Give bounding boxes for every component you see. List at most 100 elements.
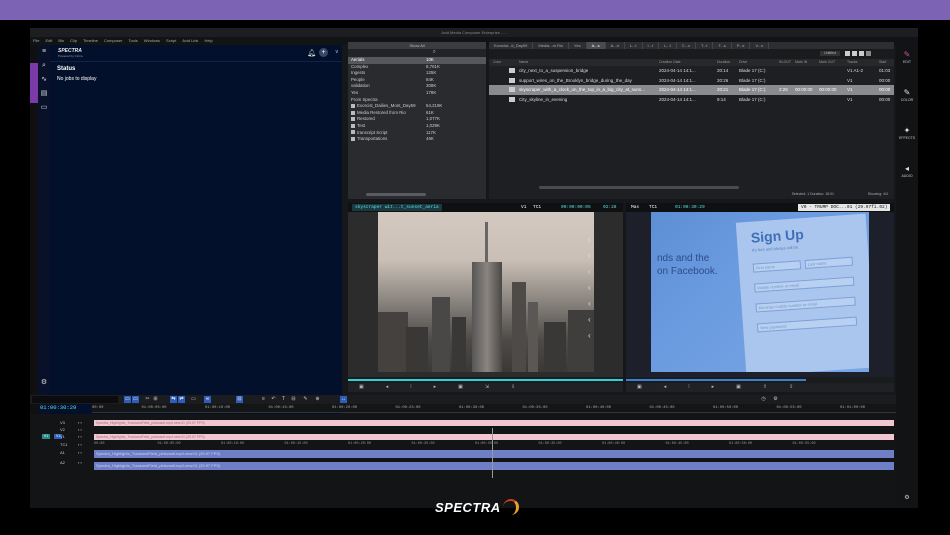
menu-item[interactable]: File [33, 38, 39, 43]
track-header-a1[interactable]: A1 ▪ ▪ [30, 449, 92, 456]
bin-tab[interactable]: Yes [569, 42, 587, 49]
bin-list-item[interactable]: Restored 1,077K [348, 116, 486, 123]
track-header-tc1[interactable]: TC1 ▪ ▪ [30, 441, 92, 448]
clock-icon[interactable]: ◷ [760, 396, 767, 403]
source-monitor[interactable]: ‹ ‹ ‹ ‹ ‹ ‹ ‹ [348, 212, 623, 377]
grid-view-icon[interactable] [845, 51, 850, 56]
column-header[interactable]: Mark OUT [819, 60, 835, 64]
text-icon[interactable]: T [280, 396, 287, 403]
track-header-v1[interactable]: V1 V1 V1 ▪ ▪ [30, 433, 92, 440]
chevron-left-icon[interactable]: ‹ ‹ ‹ ‹ ‹ ‹ ‹ [588, 232, 596, 344]
lock-icon[interactable]: ▪ ▪ [78, 441, 82, 448]
fit-icon[interactable]: ≡ [260, 396, 267, 403]
bin-list-item[interactable]: People 84K [348, 77, 486, 84]
folder-icon[interactable]: ▭ [40, 104, 48, 112]
activity-icon[interactable]: ∿ [40, 76, 48, 84]
pencil-icon[interactable]: ✎ [302, 396, 309, 403]
bin-list-item[interactable]: Exorcist_Dailies_Mont_Day59 54,219K [348, 103, 486, 110]
mark-in-icon[interactable]: ▣ [359, 383, 364, 392]
clip-row[interactable]: support_wires_on_the_Brooklyn_bridge_dur… [489, 76, 894, 86]
track-header-v3[interactable]: V3 ▪ ▪ [30, 419, 92, 426]
bin-tab[interactable]: L...t [659, 42, 677, 49]
marker-icon[interactable]: ⊟ [290, 396, 297, 403]
lock-icon[interactable]: ▪ ▪ [78, 426, 82, 433]
record-monitor[interactable]: nds and the on Facebook. Sign Up It's fre… [626, 212, 894, 377]
bin-list-item[interactable]: Media Restored from Rio 61K [348, 110, 486, 117]
link-icon[interactable]: ∞ [204, 396, 211, 403]
menu-item[interactable]: Tools [128, 38, 137, 43]
play-icon[interactable]: ▸ [434, 383, 437, 392]
trim-icon[interactable]: ⇆ [170, 396, 177, 403]
cut-icon[interactable]: ✂ [144, 396, 151, 403]
mark-clip-icon[interactable]: ⁞ [410, 383, 411, 392]
list-view-icon[interactable] [852, 51, 857, 56]
lift-overwrite-icon[interactable]: ▭ [132, 396, 139, 403]
track-header-a2[interactable]: A2 ▪ ▪ [30, 459, 92, 466]
bin-list-tab[interactable]: Show All [348, 42, 486, 49]
timeline-audio-clip[interactable]: Spectra_Highlights_TrackandField_pinkvau… [94, 450, 894, 458]
play-icon[interactable]: ▸ [712, 383, 715, 392]
column-header[interactable]: IN-OUT [779, 60, 791, 64]
column-header[interactable]: Mark IN [795, 60, 807, 64]
clip-row[interactable]: City_skyline_in_evening 2024-04-14 14:1..… [489, 95, 894, 105]
scrollbar[interactable] [366, 193, 426, 196]
frame-view-icon[interactable] [859, 51, 864, 56]
add-edit-icon[interactable]: ⊞ [152, 396, 159, 403]
timeline-ruler[interactable]: 00:00 01:00:05:00 01:00:10:00 01:00:15:00 01… [92, 404, 896, 413]
snap-icon[interactable]: ⊡ [236, 396, 243, 403]
bin-tab[interactable]: Exorcist...it_Day59 [489, 42, 534, 49]
bell-icon[interactable]: 🔔︎ [307, 49, 316, 57]
bin-tab[interactable]: I...t [643, 42, 660, 49]
column-header[interactable]: Duration [717, 60, 730, 64]
menu-item[interactable]: Help [204, 38, 212, 43]
bin-list-item[interactable]: Complex 8,761K [348, 64, 486, 71]
source-track-selector[interactable]: V1 [42, 434, 50, 439]
mark-clip-icon[interactable]: ⁞ [688, 383, 689, 392]
lift-icon[interactable]: ▭ [190, 396, 197, 403]
scrollbar[interactable] [539, 186, 739, 189]
source-clip-menu[interactable]: skyscraper wit...t_sunset_aeria [352, 204, 442, 211]
menu-item[interactable]: Edit [45, 38, 52, 43]
bin-list-item[interactable]: Aerials 10K [348, 57, 486, 64]
view-dropdown[interactable]: Untitled [820, 51, 840, 56]
segment-mode-icon[interactable]: ▭ [124, 396, 131, 403]
menu-item[interactable]: Clip [70, 38, 77, 43]
clip-row[interactable]: skyscraper_with_a_clock_on_the_top_in_a_… [489, 85, 894, 95]
menu-item[interactable]: Script [166, 38, 176, 43]
lock-icon[interactable]: ▪ ▪ [78, 459, 82, 466]
palette-effects[interactable]: ✦ EFFECTS [896, 126, 918, 140]
bin-list-item[interactable]: validation 308K [348, 83, 486, 90]
column-header[interactable]: Color [493, 60, 501, 64]
bin-tab[interactable]: T...s [713, 42, 732, 49]
menu-icon[interactable]: ≡ [40, 48, 48, 56]
clip-row[interactable]: city_next_to_a_suspension_bridge 2024-04-… [489, 66, 894, 76]
extract-icon[interactable]: ⇪ [789, 383, 793, 392]
bin-tab[interactable]: V...n [750, 42, 770, 49]
bin-tab[interactable]: Media...m Rio [533, 42, 570, 49]
column-header[interactable]: Creation Date [659, 60, 681, 64]
column-header[interactable]: Drive [739, 60, 747, 64]
database-icon[interactable]: ▤ [40, 90, 48, 98]
bin-tab[interactable]: A...s [586, 42, 606, 49]
script-view-icon[interactable] [866, 51, 871, 56]
bin-list-item[interactable]: Ingests 125K [348, 70, 486, 77]
menu-item[interactable]: Avid Link [182, 38, 198, 43]
lift-icon[interactable]: ⇧ [763, 383, 767, 392]
step-back-icon[interactable]: ◂ [664, 383, 667, 392]
chevron-down-icon[interactable]: v [336, 49, 339, 55]
timeline-video-clip[interactable]: Spectra_Highlights_TrackandField_pinkvau… [94, 434, 894, 440]
palette-audio[interactable]: ◂ AUDIO [896, 164, 918, 178]
bin-list-item[interactable]: From Spectra [348, 97, 486, 104]
bin-list-item[interactable]: Transportations 46K [348, 136, 486, 143]
menu-item[interactable]: Bin [58, 38, 64, 43]
undo-icon[interactable]: ↶ [270, 396, 277, 403]
bin-tab[interactable]: T...t [696, 42, 714, 49]
menu-item[interactable]: Composer [104, 38, 122, 43]
bin-list-item[interactable]: transcript Script 117K [348, 130, 486, 137]
menu-item[interactable]: Timeline [83, 38, 98, 43]
menu-item[interactable]: Windows [144, 38, 160, 43]
overwrite-icon[interactable]: ⇩ [511, 383, 515, 392]
mark-out-icon[interactable]: ▣ [458, 383, 463, 392]
sync-icon[interactable]: ↔ [340, 396, 347, 403]
zoom-icon[interactable]: ⊕ [314, 396, 321, 403]
